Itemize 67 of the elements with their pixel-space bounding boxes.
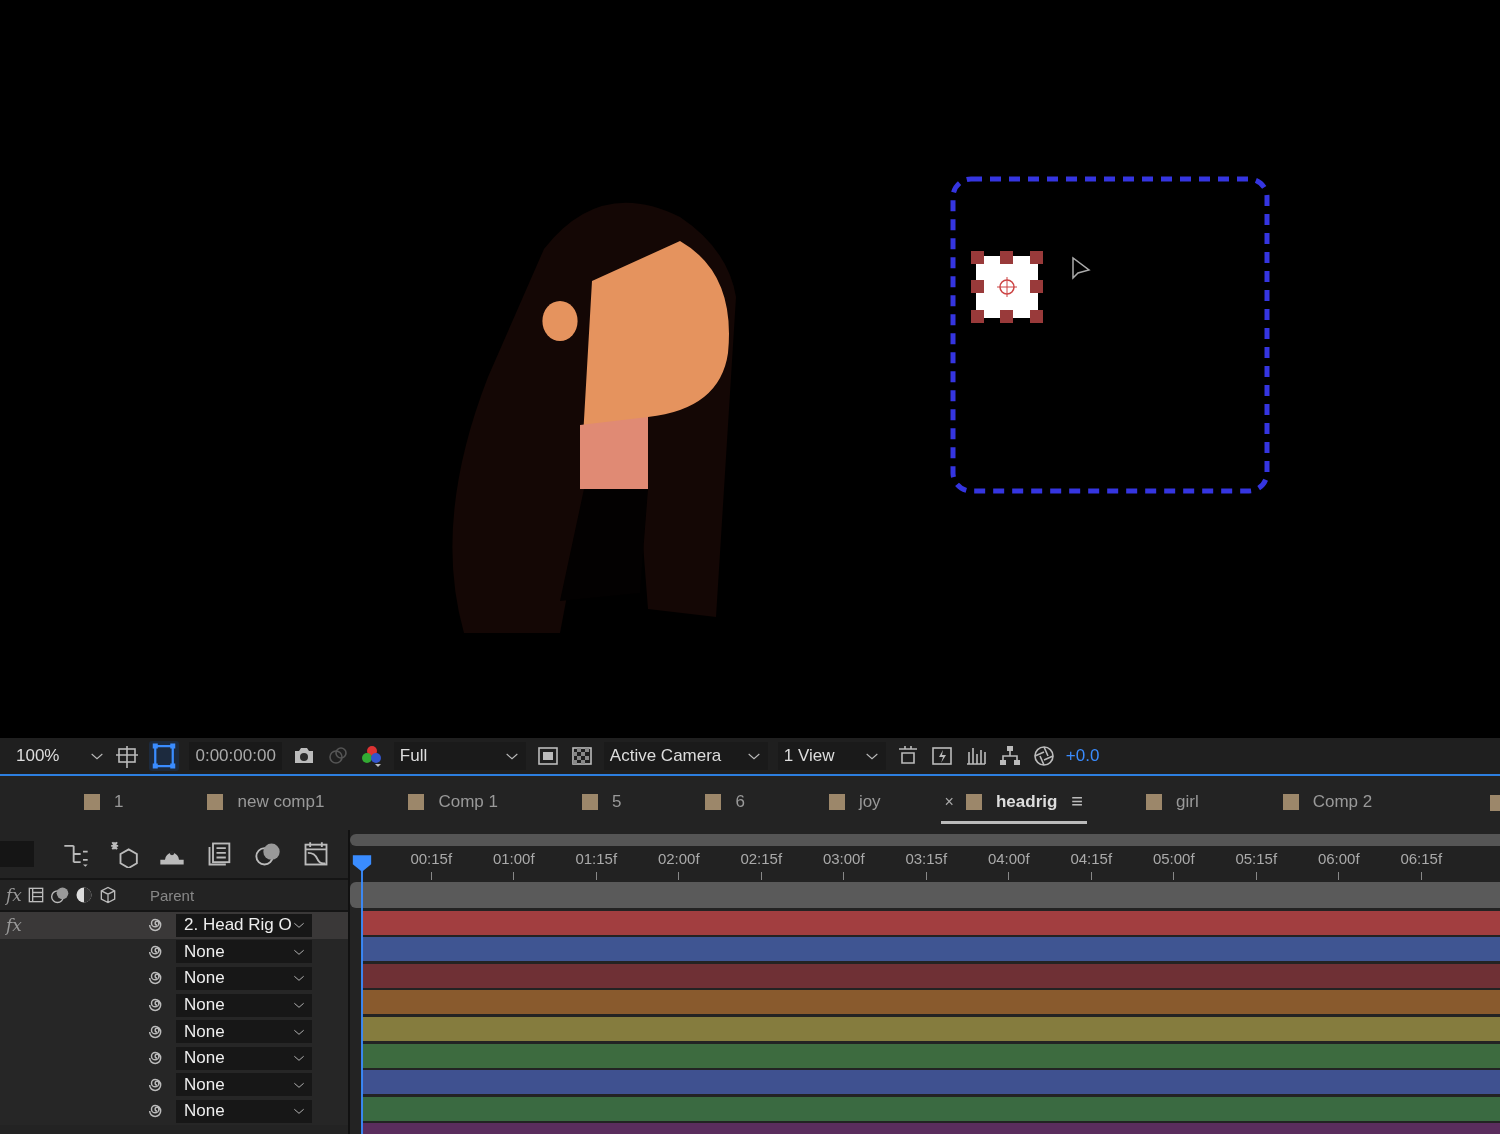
ruler-label: 02:15f [740, 850, 783, 867]
composition-tab[interactable]: new comp1 [203, 783, 329, 823]
grid-icon[interactable] [115, 744, 140, 768]
exposure-value[interactable]: +0.0 [1065, 746, 1100, 766]
composition-tab[interactable]: 6 [701, 783, 749, 823]
ruler-label: 03:00f [822, 850, 865, 867]
composition-swatch-icon [1282, 793, 1299, 810]
composition-tab[interactable]: joy [824, 783, 885, 823]
color-channels-icon[interactable] [359, 744, 384, 768]
flowchart-icon[interactable] [997, 744, 1022, 768]
view-layout-dropdown[interactable]: 1 View [777, 742, 886, 770]
ruler-label: 05:00f [1152, 850, 1195, 867]
layer-handles-drawing[interactable] [971, 251, 1043, 323]
ruler-label: 04:00f [987, 850, 1030, 867]
composition-swatch-icon [207, 793, 224, 810]
composition-swatch-icon [1490, 795, 1500, 811]
ruler-label: 06:15f [1400, 850, 1443, 867]
composition-swatch-icon [408, 793, 425, 810]
ruler-label: 02:00f [657, 850, 700, 867]
column-header: Parent [149, 886, 195, 904]
layer-row[interactable]: fx 2. Head Rig O [0, 912, 348, 939]
region-icon[interactable] [535, 744, 560, 768]
ruler-label: 01:15f [575, 850, 618, 867]
composition-tab[interactable]: Comp 1 [404, 783, 502, 823]
composition-tab[interactable]: Comp 2 [1278, 783, 1377, 823]
parent-dropdown[interactable]: None [176, 940, 312, 964]
composition-tab[interactable]: girl [1142, 783, 1203, 823]
composition-swatch-icon [84, 793, 100, 810]
layer-duration-bar[interactable] [362, 1016, 1500, 1041]
ruler-label: 00:15f [410, 850, 453, 867]
close-button[interactable]: × [944, 792, 954, 811]
fast-preview-icon[interactable] [929, 744, 954, 768]
timecode[interactable]: 0:00:00:00 [189, 742, 282, 770]
graph-editor-icon[interactable] [302, 840, 330, 868]
tab-menu-button[interactable]: ≡ [1071, 790, 1084, 813]
parent-dropdown[interactable]: None [176, 993, 312, 1017]
effects-switch-label: fx [6, 885, 22, 905]
parent-dropdown[interactable]: 2. Head Rig O [176, 913, 312, 937]
composition-swatch-icon [581, 793, 598, 810]
composition-tab[interactable]: 1 [80, 783, 128, 823]
ruler-label: 03:15f [905, 850, 948, 867]
composition-swatch-icon [828, 793, 845, 810]
composition-tab[interactable]: 5 [577, 783, 626, 823]
aperture-icon[interactable] [1031, 744, 1056, 768]
ruler-label: 04:15f [1070, 850, 1113, 867]
effects-switch[interactable]: fx [6, 915, 22, 936]
composition-swatch-icon [705, 793, 722, 810]
parent-dropdown[interactable]: None [176, 1073, 312, 1097]
composition-swatch-icon [1146, 793, 1163, 810]
cursor-icon [1071, 256, 1091, 282]
parent-dropdown[interactable]: None [176, 1020, 312, 1044]
transparency-grid-icon[interactable] [569, 744, 594, 768]
layer-duration-bar[interactable] [362, 990, 1500, 1015]
parent-dropdown[interactable]: None [176, 967, 312, 990]
ruler-label: 01:00f [492, 850, 535, 867]
ruler-label: 06:00f [1317, 850, 1360, 867]
layer-duration-bar[interactable] [362, 1096, 1500, 1121]
composition-swatch-icon [965, 793, 982, 810]
parent-dropdown[interactable]: None [176, 1046, 312, 1070]
zoom-dropdown[interactable]: 100% [10, 742, 80, 770]
resolution-dropdown[interactable]: Full [393, 742, 526, 770]
layer-duration-bar[interactable] [362, 1043, 1500, 1068]
composition-tab[interactable]: × headrig ≡ [940, 782, 1088, 824]
ruler-label: 05:15f [1235, 850, 1278, 867]
camera-dropdown[interactable]: Active Camera [603, 742, 768, 770]
parent-dropdown[interactable]: None [176, 1099, 312, 1123]
layer-duration-bar[interactable] [362, 910, 1500, 935]
